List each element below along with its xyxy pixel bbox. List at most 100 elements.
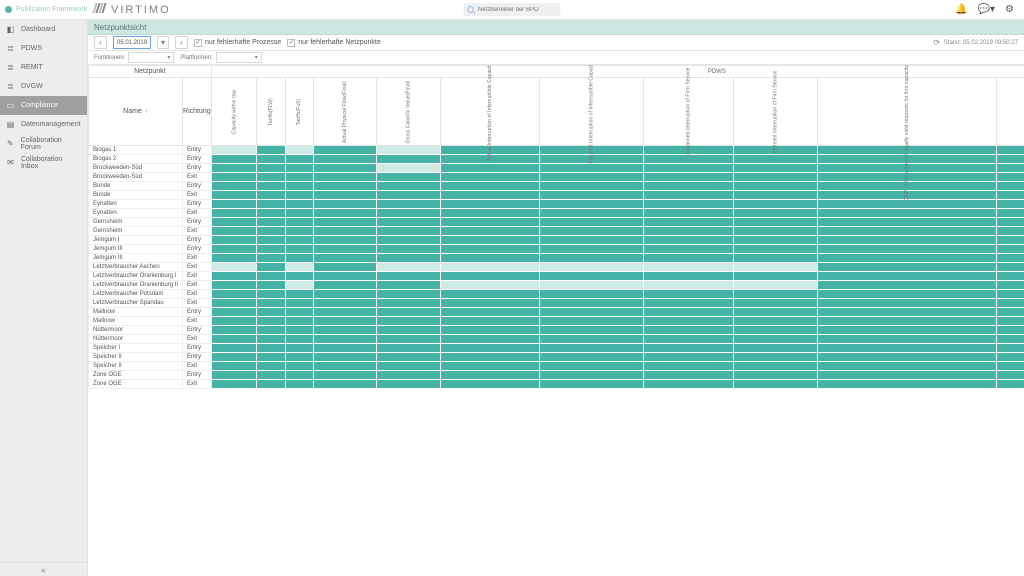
status-cell[interactable]: [211, 281, 257, 290]
status-cell[interactable]: [376, 344, 440, 353]
status-cell[interactable]: [997, 290, 1024, 299]
status-cell[interactable]: [211, 380, 257, 389]
status-cell[interactable]: [257, 182, 286, 191]
status-cell[interactable]: [440, 380, 539, 389]
status-cell[interactable]: [540, 308, 644, 317]
status-cell[interactable]: [818, 272, 997, 281]
status-cell[interactable]: [440, 371, 539, 380]
status-cell[interactable]: [286, 371, 313, 380]
status-cell[interactable]: [818, 290, 997, 299]
status-cell[interactable]: [997, 362, 1024, 371]
status-cell[interactable]: [440, 299, 539, 308]
status-cell[interactable]: [313, 308, 376, 317]
status-cell[interactable]: [211, 362, 257, 371]
status-cell[interactable]: [818, 326, 997, 335]
status-cell[interactable]: [540, 245, 644, 254]
status-cell[interactable]: [313, 236, 376, 245]
status-cell[interactable]: [644, 380, 734, 389]
status-cell[interactable]: [286, 191, 313, 200]
status-cell[interactable]: [997, 146, 1024, 155]
status-cell[interactable]: [211, 344, 257, 353]
status-cell[interactable]: [734, 209, 818, 218]
status-cell[interactable]: [211, 308, 257, 317]
status-cell[interactable]: [313, 371, 376, 380]
status-cell[interactable]: [734, 263, 818, 272]
status-cell[interactable]: [376, 335, 440, 344]
status-cell[interactable]: [376, 299, 440, 308]
sidebar-item-collab-forum[interactable]: ✎Collaboration Forum: [0, 134, 87, 153]
global-search[interactable]: [464, 3, 561, 16]
chat-icon[interactable]: 💬▾: [978, 4, 995, 15]
status-cell[interactable]: [286, 227, 313, 236]
status-cell[interactable]: [440, 218, 539, 227]
status-cell[interactable]: [540, 263, 644, 272]
status-cell[interactable]: [286, 317, 313, 326]
sidebar-item-dvgw[interactable]: ≣DVGW: [0, 77, 87, 96]
status-cell[interactable]: [257, 317, 286, 326]
status-cell[interactable]: [257, 290, 286, 299]
status-cell[interactable]: [376, 173, 440, 182]
status-cell[interactable]: [440, 344, 539, 353]
status-cell[interactable]: [818, 281, 997, 290]
status-cell[interactable]: [818, 299, 997, 308]
status-cell[interactable]: [257, 371, 286, 380]
status-cell[interactable]: [644, 272, 734, 281]
status-cell[interactable]: [540, 173, 644, 182]
status-cell[interactable]: [440, 263, 539, 272]
status-cell[interactable]: [540, 182, 644, 191]
checkbox-fehler-prozesse[interactable]: ✓ nur fehlerhafte Prozesse: [194, 39, 281, 47]
status-cell[interactable]: [313, 353, 376, 362]
status-cell[interactable]: [734, 218, 818, 227]
status-cell[interactable]: [644, 290, 734, 299]
status-cell[interactable]: [440, 317, 539, 326]
status-cell[interactable]: [997, 308, 1024, 317]
status-cell[interactable]: [440, 245, 539, 254]
status-cell[interactable]: [540, 254, 644, 263]
status-cell[interactable]: [734, 290, 818, 299]
status-cell[interactable]: [644, 200, 734, 209]
status-cell[interactable]: [644, 263, 734, 272]
status-cell[interactable]: [997, 200, 1024, 209]
status-cell[interactable]: [997, 218, 1024, 227]
status-cell[interactable]: [313, 263, 376, 272]
status-cell[interactable]: [376, 245, 440, 254]
status-cell[interactable]: [540, 209, 644, 218]
status-cell[interactable]: [818, 371, 997, 380]
status-cell[interactable]: [818, 227, 997, 236]
status-cell[interactable]: [286, 281, 313, 290]
status-cell[interactable]: [376, 263, 440, 272]
status-cell[interactable]: [376, 218, 440, 227]
status-cell[interactable]: [257, 245, 286, 254]
header-column[interactable]: CMP - Auctions with clearing prices high…: [997, 78, 1024, 146]
status-cell[interactable]: [734, 353, 818, 362]
status-cell[interactable]: [818, 308, 997, 317]
status-cell[interactable]: [257, 173, 286, 182]
status-cell[interactable]: [286, 146, 313, 155]
status-cell[interactable]: [376, 326, 440, 335]
status-cell[interactable]: [734, 326, 818, 335]
status-cell[interactable]: [257, 335, 286, 344]
status-cell[interactable]: [440, 335, 539, 344]
status-cell[interactable]: [540, 317, 644, 326]
status-cell[interactable]: [818, 236, 997, 245]
status-cell[interactable]: [734, 254, 818, 263]
status-cell[interactable]: [540, 344, 644, 353]
status-cell[interactable]: [997, 272, 1024, 281]
status-cell[interactable]: [540, 353, 644, 362]
filter-funktionen-select[interactable]: ▾: [128, 52, 174, 63]
header-column[interactable]: Unplanned Interruption of Firm Service: [644, 78, 734, 146]
status-cell[interactable]: [540, 191, 644, 200]
header-column[interactable]: Capacity within day: [211, 78, 257, 146]
status-cell[interactable]: [734, 173, 818, 182]
status-cell[interactable]: [211, 272, 257, 281]
status-cell[interactable]: [997, 191, 1024, 200]
status-cell[interactable]: [257, 191, 286, 200]
status-cell[interactable]: [376, 308, 440, 317]
status-cell[interactable]: [257, 353, 286, 362]
status-cell[interactable]: [257, 254, 286, 263]
status-cell[interactable]: [257, 362, 286, 371]
status-cell[interactable]: [286, 353, 313, 362]
status-cell[interactable]: [644, 254, 734, 263]
status-cell[interactable]: [997, 380, 1024, 389]
status-cell[interactable]: [286, 263, 313, 272]
